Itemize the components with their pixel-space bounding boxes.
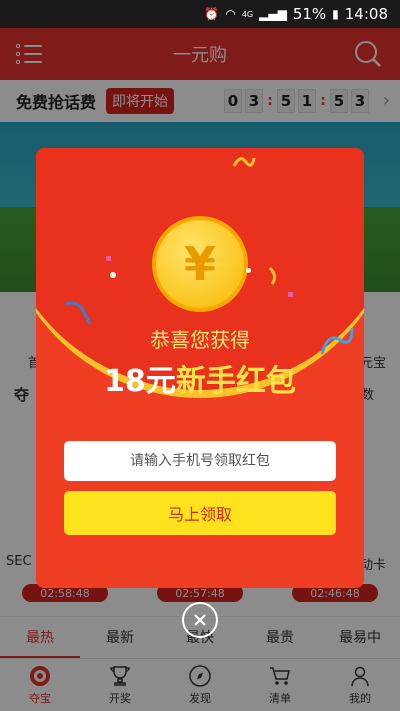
wifi-icon: ◠ <box>225 7 236 21</box>
congrats-text: 恭喜您获得 <box>150 328 250 352</box>
claim-button[interactable]: 马上领取 <box>64 491 336 535</box>
confetti-dot <box>106 256 111 261</box>
clock: 14:08 <box>344 5 388 23</box>
close-modal-button[interactable] <box>182 602 218 638</box>
network-type: 4G <box>241 9 254 19</box>
status-bar: ⏰ ◠ 4G ▂▄▆ 51% ▮ 14:08 <box>0 0 400 28</box>
phone-input[interactable] <box>64 441 336 481</box>
coin-icon: ¥ <box>152 216 248 312</box>
confetti-ribbon <box>232 157 256 167</box>
yen-symbol: ¥ <box>183 237 216 291</box>
red-packet-modal: ¥ 恭喜您获得 18元新手红包 马上领取 <box>36 148 364 588</box>
confetti-dot <box>288 292 293 297</box>
battery-icon: ▮ <box>332 7 339 21</box>
signal-icon: ▂▄▆ <box>259 7 287 21</box>
battery-percent: 51% <box>292 5 327 23</box>
close-icon <box>194 614 206 626</box>
prize-amount: 18元 <box>104 364 176 399</box>
confetti-dot <box>110 272 116 278</box>
prize-label: 新手红包 <box>175 364 296 399</box>
prize-text: 18元新手红包 <box>36 356 364 400</box>
alarm-icon: ⏰ <box>204 7 220 21</box>
confetti-ribbon <box>268 266 277 285</box>
confetti-dot <box>246 268 251 273</box>
